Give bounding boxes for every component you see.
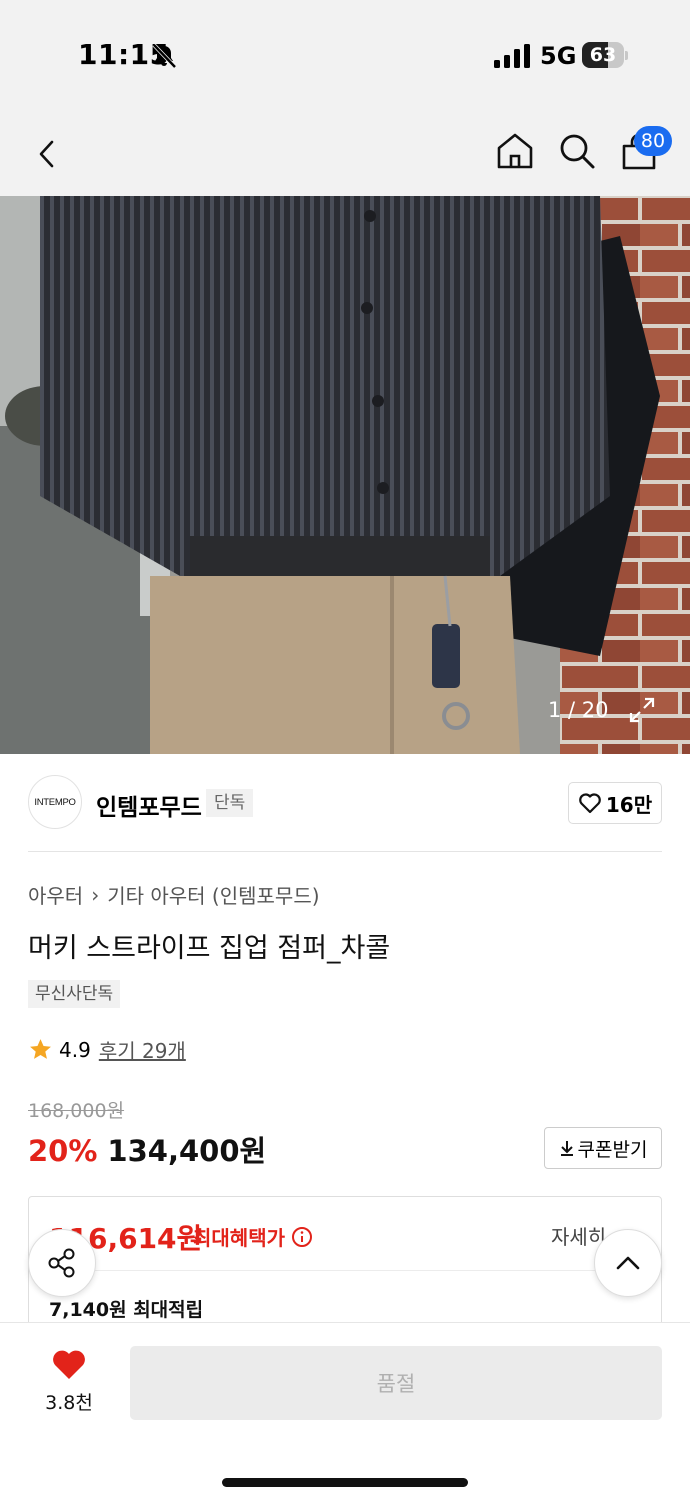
rating-score: 4.9 [59,1037,91,1062]
brand-logo[interactable]: INTEMPO [28,775,82,829]
benefit-box[interactable]: 116,614원 최대혜택가 자세히 7,140원 최대적립 [28,1196,662,1331]
brand-logo-text: INTEMPO [34,796,76,808]
brand-name[interactable]: 인템포무드 [96,788,202,822]
back-icon[interactable] [32,134,64,174]
share-icon [48,1248,75,1278]
max-benefit-label-text: 최대혜택가 [193,1226,285,1250]
coupon-button[interactable]: 쿠폰받기 [544,1127,662,1169]
heart-outline-icon [579,793,601,814]
battery-level: 63 [589,44,617,66]
product-title: 머키 스트라이프 집업 점퍼_차콜 [28,933,391,964]
scroll-top-button[interactable] [594,1229,662,1297]
brand-exclusive-tag: 단독 [206,789,254,817]
divider [28,851,662,852]
original-price: 168,000원 [28,1100,125,1122]
home-icon[interactable] [494,130,536,172]
heart-filled-icon [53,1350,85,1379]
product-image[interactable] [0,196,690,754]
home-indicator [222,1478,468,1487]
breadcrumb: 아우터 › 기타 아우터 (인템포무드) [28,880,320,909]
info-icon[interactable] [291,1226,313,1248]
top-navigation [0,110,690,196]
breadcrumb-item[interactable]: 기타 아우터 (인템포무드) [107,880,319,909]
wishlist-button[interactable]: 3.8천 [36,1348,102,1415]
max-points: 7,140원 최대적립 [49,1299,204,1321]
share-button[interactable] [28,1229,96,1297]
wish-count: 3.8천 [45,1392,93,1414]
star-icon [30,1039,51,1059]
exclusive-tag: 무신사단독 [28,980,121,1008]
sold-out-label: 품절 [376,1372,416,1396]
cart-count-badge: 80 [634,126,672,156]
download-icon [560,1141,573,1156]
rating-row: 4.9 후기 29개 [28,1035,186,1064]
brand-like-count: 16만 [605,792,653,817]
product-photo [0,196,690,754]
bell-off-icon [152,43,177,69]
image-counter: 1 / 20 [548,698,609,722]
max-benefit-label: 최대혜택가 [193,1222,313,1251]
status-bar: 11:15 5G 63 [0,0,690,110]
coupon-label: 쿠폰받기 [577,1138,648,1161]
search-icon[interactable] [556,130,598,172]
chevron-up-icon [616,1256,640,1270]
discount-rate: 20% [28,1134,98,1168]
price-row: 20% 134,400원 [28,1128,266,1170]
chevron-right-icon: › [91,882,100,907]
cellular-signal-icon [494,44,530,68]
expand-icon[interactable] [626,694,658,726]
battery-icon: 63 [582,42,628,68]
divider [49,1270,643,1271]
network-type: 5G [540,42,577,70]
sale-price: 134,400원 [107,1134,267,1168]
brand-like-button[interactable]: 16만 [568,782,662,824]
breadcrumb-item[interactable]: 아우터 [28,880,83,909]
review-link[interactable]: 후기 29개 [99,1035,186,1064]
sold-out-button[interactable]: 품절 [130,1346,662,1420]
